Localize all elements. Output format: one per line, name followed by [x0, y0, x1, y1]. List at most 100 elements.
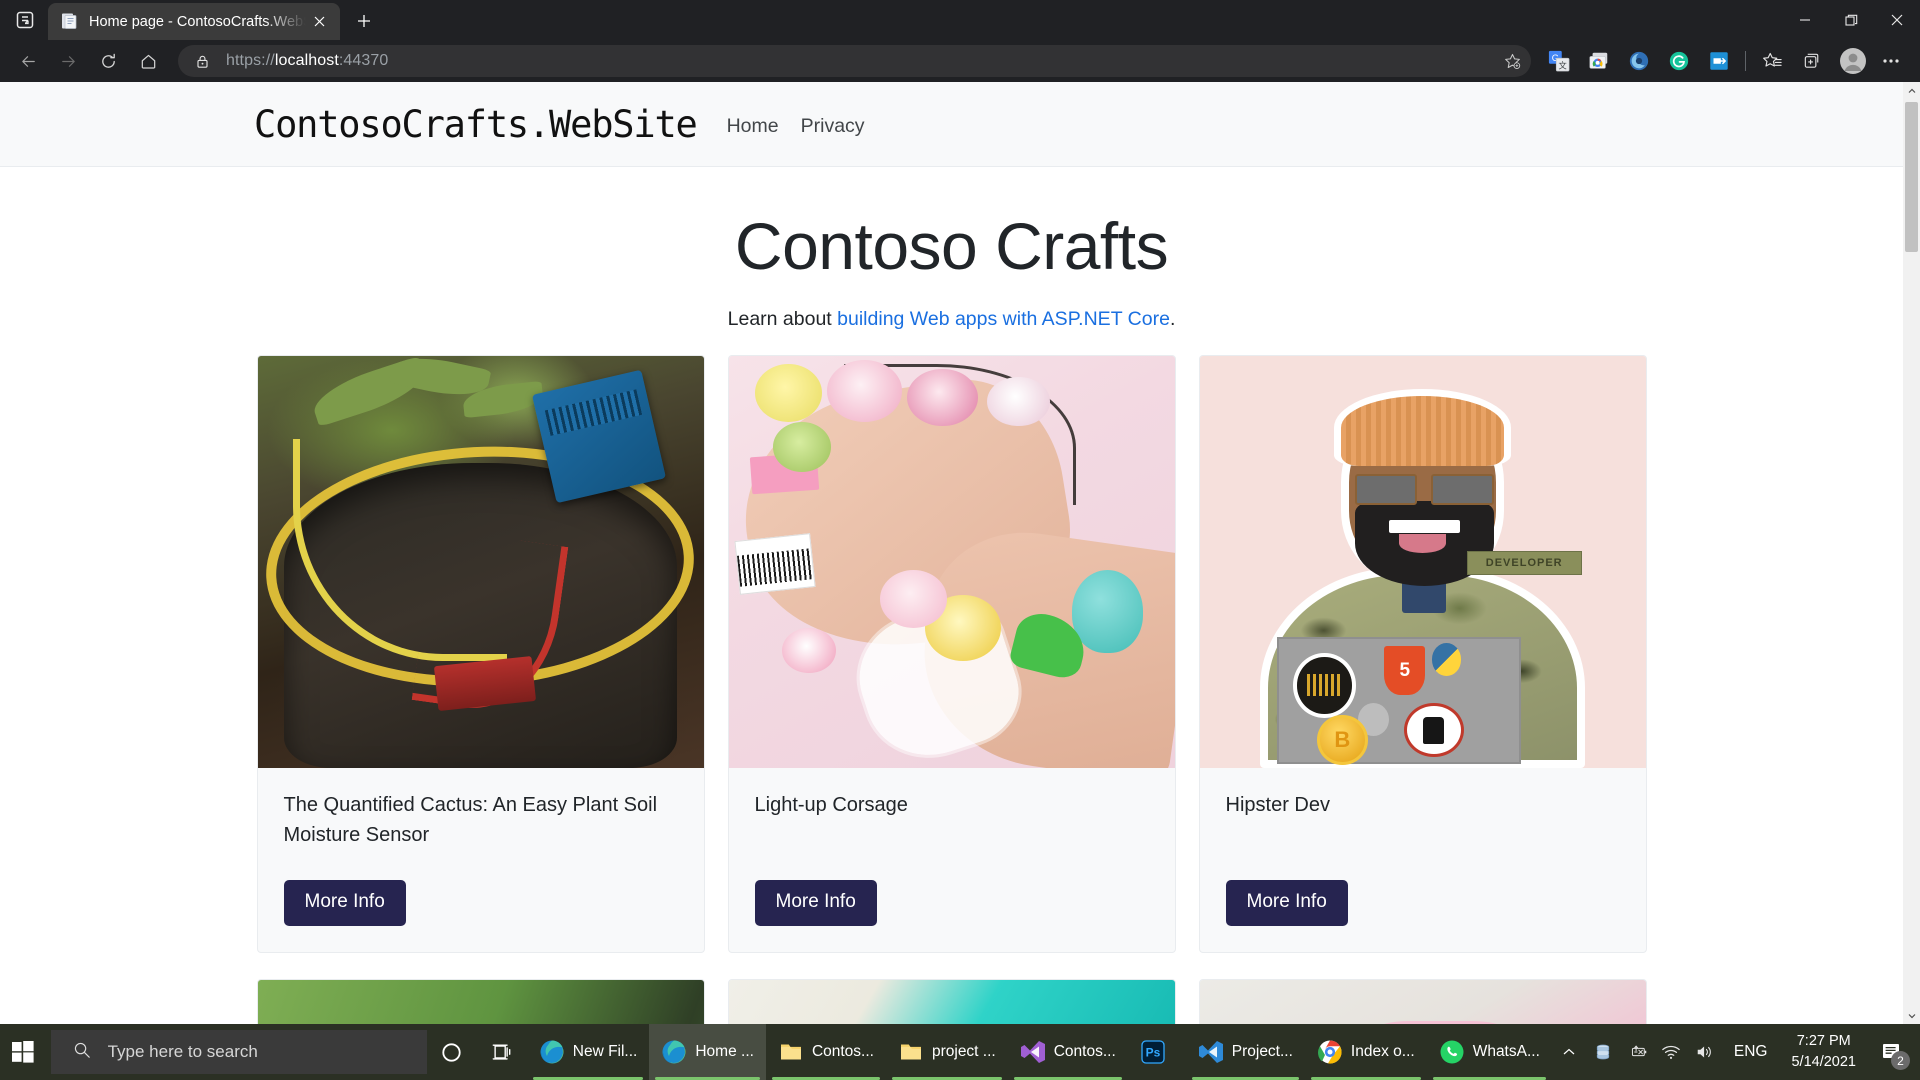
- hero-subtitle: Learn about building Web apps with ASP.N…: [0, 308, 1903, 331]
- url-text[interactable]: https://localhost:44370: [226, 52, 1499, 70]
- product-card[interactable]: [256, 978, 705, 1024]
- taskbar-item-label: Project...: [1231, 1043, 1293, 1060]
- hero-subtitle-suffix: .: [1169, 308, 1176, 331]
- minimize-button[interactable]: [1782, 0, 1828, 40]
- taskbar-item-visual-studio[interactable]: Contos...: [1008, 1024, 1128, 1080]
- browser-window: Home page - ContosoCrafts.WebSite https:…: [0, 0, 1920, 1024]
- edge-reading-view-icon[interactable]: [12, 7, 38, 33]
- hero-subtitle-prefix: Learn about: [727, 308, 838, 331]
- taskbar-item-photoshop[interactable]: Ps: [1128, 1024, 1186, 1080]
- product-card-footer: More Info: [729, 880, 1175, 952]
- folder-icon: [778, 1039, 804, 1065]
- taskbar-item-label: Contos...: [811, 1043, 874, 1060]
- forward-arrow-icon[interactable]: [50, 45, 86, 77]
- site-brand[interactable]: ContosoCrafts.WebSite: [254, 103, 698, 146]
- add-favorite-star-icon[interactable]: [1499, 48, 1525, 74]
- taskbar-item-new-file[interactable]: New Fil...: [527, 1024, 650, 1080]
- product-card[interactable]: [727, 978, 1176, 1024]
- lock-icon[interactable]: [192, 51, 212, 71]
- battery-plug-icon[interactable]: [1620, 1024, 1654, 1080]
- search-placeholder: Type here to search: [107, 1042, 258, 1061]
- task-view-icon[interactable]: [477, 1024, 527, 1080]
- product-card[interactable]: Light-up Corsage More Info: [727, 355, 1176, 953]
- window-controls: [1782, 0, 1920, 40]
- vscode-icon: [1198, 1039, 1224, 1065]
- browser-tab[interactable]: Home page - ContosoCrafts.WebSite: [48, 3, 340, 40]
- back-arrow-icon[interactable]: [10, 45, 46, 77]
- product-card[interactable]: DEVELOPER 5 B Hipster Dev More Info: [1198, 355, 1647, 953]
- collections-icon[interactable]: [1795, 45, 1829, 77]
- site-navbar: ContosoCrafts.WebSite Home Privacy: [0, 82, 1903, 167]
- search-input[interactable]: Type here to search: [50, 1030, 427, 1074]
- hero-section: Contoso Crafts Learn about building Web …: [0, 167, 1903, 331]
- chrome-icon: [1317, 1039, 1343, 1065]
- url-port: :44370: [338, 52, 389, 69]
- google-translate-icon[interactable]: G 文: [1542, 45, 1576, 77]
- grammarly-icon[interactable]: [1662, 45, 1696, 77]
- toolbar-divider: [1745, 51, 1746, 71]
- windows-start-icon[interactable]: [0, 1024, 47, 1080]
- taskbar-item-label: New Fil...: [572, 1043, 638, 1060]
- refresh-icon[interactable]: [90, 45, 126, 77]
- language-indicator[interactable]: ENG: [1722, 1043, 1780, 1061]
- visual-studio-icon: [1020, 1039, 1046, 1065]
- nav-link-home[interactable]: Home: [727, 115, 779, 138]
- hero-subtitle-link[interactable]: building Web apps with ASP.NET Core: [837, 308, 1170, 330]
- maximize-button[interactable]: [1828, 0, 1874, 40]
- tab-title: Home page - ContosoCrafts.WebSite: [89, 13, 308, 30]
- home-icon[interactable]: [130, 45, 166, 77]
- chrome-window-icon[interactable]: [1582, 45, 1616, 77]
- url-host: localhost: [274, 52, 339, 69]
- taskbar-item-home[interactable]: Home ...: [649, 1024, 766, 1080]
- nav-link-privacy[interactable]: Privacy: [801, 115, 865, 138]
- green-field-photo: [257, 979, 704, 1024]
- product-card[interactable]: The Quantified Cactus: An Easy Plant Soi…: [256, 355, 705, 953]
- product-card[interactable]: [1198, 978, 1647, 1024]
- scrollbar-thumb[interactable]: [1905, 102, 1918, 252]
- taskbar-item-vscode[interactable]: Project...: [1186, 1024, 1305, 1080]
- volume-icon[interactable]: [1688, 1024, 1722, 1080]
- taskbar-items: New Fil... Home ... Contos... project ..…: [527, 1024, 1552, 1080]
- more-options-icon[interactable]: [1874, 45, 1908, 77]
- close-icon[interactable]: [308, 11, 330, 33]
- show-hidden-icons-chevron[interactable]: [1552, 1024, 1586, 1080]
- database-stack-icon[interactable]: [1586, 1024, 1620, 1080]
- action-center-icon[interactable]: 2: [1868, 1024, 1914, 1080]
- product-title: Light-up Corsage: [754, 794, 908, 817]
- product-card-footer: More Info: [258, 880, 704, 952]
- profile-avatar-icon[interactable]: [1836, 44, 1870, 78]
- wifi-icon[interactable]: [1654, 1024, 1688, 1080]
- search-icon: [73, 1041, 91, 1064]
- address-bar[interactable]: https://localhost:44370: [178, 45, 1531, 77]
- more-info-button[interactable]: More Info: [754, 880, 877, 926]
- taskbar-item-chrome[interactable]: Index o...: [1305, 1024, 1427, 1080]
- favorites-star-list-icon[interactable]: [1755, 45, 1789, 77]
- edge-icon: [661, 1039, 687, 1065]
- more-info-button[interactable]: More Info: [283, 880, 406, 926]
- close-button[interactable]: [1874, 0, 1920, 40]
- site-nav-links: Home Privacy: [727, 110, 865, 138]
- taskbar-item-project-folder[interactable]: project ...: [886, 1024, 1008, 1080]
- whatsapp-icon: [1439, 1039, 1465, 1065]
- hipster-dev-illustration: DEVELOPER: [1199, 356, 1646, 769]
- product-grid: The Quantified Cactus: An Easy Plant Soi…: [256, 355, 1647, 1024]
- scrollbar-down-arrow[interactable]: [1903, 1007, 1920, 1024]
- product-card-body: The Quantified Cactus: An Easy Plant Soi…: [258, 768, 704, 880]
- scrollbar-up-arrow[interactable]: [1903, 82, 1920, 99]
- edge-icon: [539, 1039, 565, 1065]
- page-scrollbar[interactable]: [1903, 82, 1920, 1024]
- taskbar-item-whatsapp[interactable]: WhatsA...: [1427, 1024, 1552, 1080]
- cortana-circle-icon[interactable]: [427, 1024, 477, 1080]
- new-tab-button[interactable]: [348, 5, 380, 37]
- edge-swirl-icon[interactable]: [1622, 45, 1656, 77]
- url-scheme: https://: [226, 52, 275, 69]
- notification-count-badge: 2: [1891, 1051, 1910, 1070]
- folder-icon: [898, 1039, 924, 1065]
- clock[interactable]: 7:27 PM 5/14/2021: [1779, 1031, 1868, 1073]
- blue-export-icon[interactable]: [1702, 45, 1736, 77]
- taskbar-item-contoso-folder[interactable]: Contos...: [766, 1024, 886, 1080]
- browser-title-bar: Home page - ContosoCrafts.WebSite: [0, 0, 1920, 40]
- more-info-button[interactable]: More Info: [1225, 880, 1348, 926]
- clock-date: 5/14/2021: [1791, 1054, 1856, 1070]
- clock-time: 7:27 PM: [1796, 1032, 1851, 1049]
